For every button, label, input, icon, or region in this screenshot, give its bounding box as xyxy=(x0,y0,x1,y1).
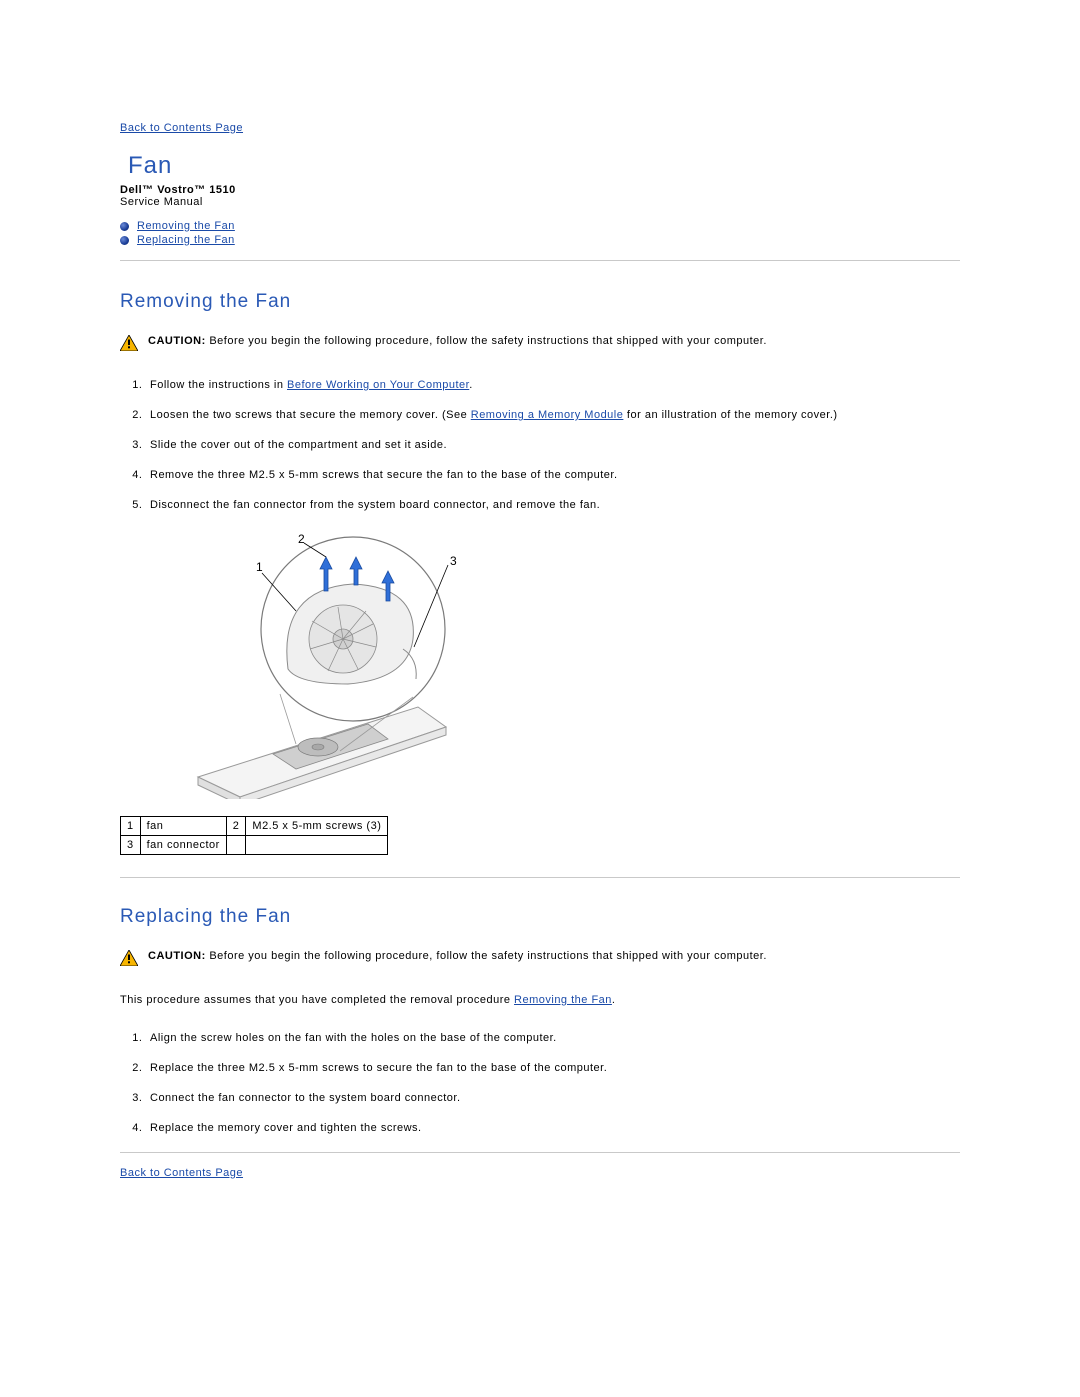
assume-post: . xyxy=(612,994,616,1006)
caution-body: Before you begin the following procedure… xyxy=(206,335,767,347)
cell: 1 xyxy=(121,817,141,836)
step: Slide the cover out of the compartment a… xyxy=(146,439,960,451)
table-row: 1 fan 2 M2.5 x 5-mm screws (3) xyxy=(121,817,388,836)
figure-label-3: 3 xyxy=(450,554,457,568)
link-before-working[interactable]: Before Working on Your Computer xyxy=(287,379,469,391)
toc: Removing the Fan Replacing the Fan xyxy=(120,220,960,246)
assume-pre: This procedure assumes that you have com… xyxy=(120,994,514,1006)
step: Remove the three M2.5 x 5-mm screws that… xyxy=(146,469,960,481)
parts-table: 1 fan 2 M2.5 x 5-mm screws (3) 3 fan con… xyxy=(120,816,388,855)
cell: M2.5 x 5-mm screws (3) xyxy=(246,817,388,836)
cell: fan connector xyxy=(140,836,226,855)
figure-fan-removal: 1 2 3 xyxy=(178,529,960,802)
caution-label: CAUTION: xyxy=(148,950,206,962)
figure-label-2: 2 xyxy=(298,532,305,546)
assumption-note: This procedure assumes that you have com… xyxy=(120,994,960,1006)
back-to-contents-top[interactable]: Back to Contents Page xyxy=(120,122,243,134)
bullet-icon xyxy=(120,222,129,231)
caution-icon xyxy=(120,335,138,351)
step-text: Loosen the two screws that secure the me… xyxy=(150,409,471,421)
toc-item-replacing: Replacing the Fan xyxy=(120,234,960,246)
step: Replace the memory cover and tighten the… xyxy=(146,1122,960,1134)
product-name: Dell™ Vostro™ 1510 xyxy=(120,184,960,196)
step-text: for an illustration of the memory cover.… xyxy=(623,409,837,421)
caution-text: CAUTION: Before you begin the following … xyxy=(148,950,767,962)
step: Follow the instructions in Before Workin… xyxy=(146,379,960,391)
cell: 2 xyxy=(226,817,246,836)
bullet-icon xyxy=(120,236,129,245)
table-row: 3 fan connector xyxy=(121,836,388,855)
caution-block: CAUTION: Before you begin the following … xyxy=(120,950,960,966)
toc-link-removing[interactable]: Removing the Fan xyxy=(137,220,235,232)
link-removing-memory[interactable]: Removing a Memory Module xyxy=(471,409,624,421)
caution-body: Before you begin the following procedure… xyxy=(206,950,767,962)
step: Align the screw holes on the fan with th… xyxy=(146,1032,960,1044)
section-heading-replacing: Replacing the Fan xyxy=(120,906,960,928)
caution-icon xyxy=(120,950,138,966)
toc-item-removing: Removing the Fan xyxy=(120,220,960,232)
subtitle: Service Manual xyxy=(120,196,960,208)
cell xyxy=(246,836,388,855)
step: Disconnect the fan connector from the sy… xyxy=(146,499,960,511)
figure-label-1: 1 xyxy=(256,560,263,574)
steps-removing: Follow the instructions in Before Workin… xyxy=(120,379,960,511)
cell: 3 xyxy=(121,836,141,855)
caution-text: CAUTION: Before you begin the following … xyxy=(148,335,767,347)
cell: fan xyxy=(140,817,226,836)
step: Connect the fan connector to the system … xyxy=(146,1092,960,1104)
step: Replace the three M2.5 x 5-mm screws to … xyxy=(146,1062,960,1074)
back-to-contents-bottom[interactable]: Back to Contents Page xyxy=(120,1167,243,1179)
step-text: Follow the instructions in xyxy=(150,379,287,391)
toc-link-replacing[interactable]: Replacing the Fan xyxy=(137,234,235,246)
step: Loosen the two screws that secure the me… xyxy=(146,409,960,421)
divider xyxy=(120,1152,960,1153)
caution-label: CAUTION: xyxy=(148,335,206,347)
cell xyxy=(226,836,246,855)
steps-replacing: Align the screw holes on the fan with th… xyxy=(120,1032,960,1134)
section-heading-removing: Removing the Fan xyxy=(120,291,960,313)
divider xyxy=(120,877,960,878)
divider xyxy=(120,260,960,261)
link-removing-fan[interactable]: Removing the Fan xyxy=(514,994,612,1006)
step-text: . xyxy=(469,379,473,391)
caution-block: CAUTION: Before you begin the following … xyxy=(120,335,960,351)
page-title: Fan xyxy=(128,152,960,180)
